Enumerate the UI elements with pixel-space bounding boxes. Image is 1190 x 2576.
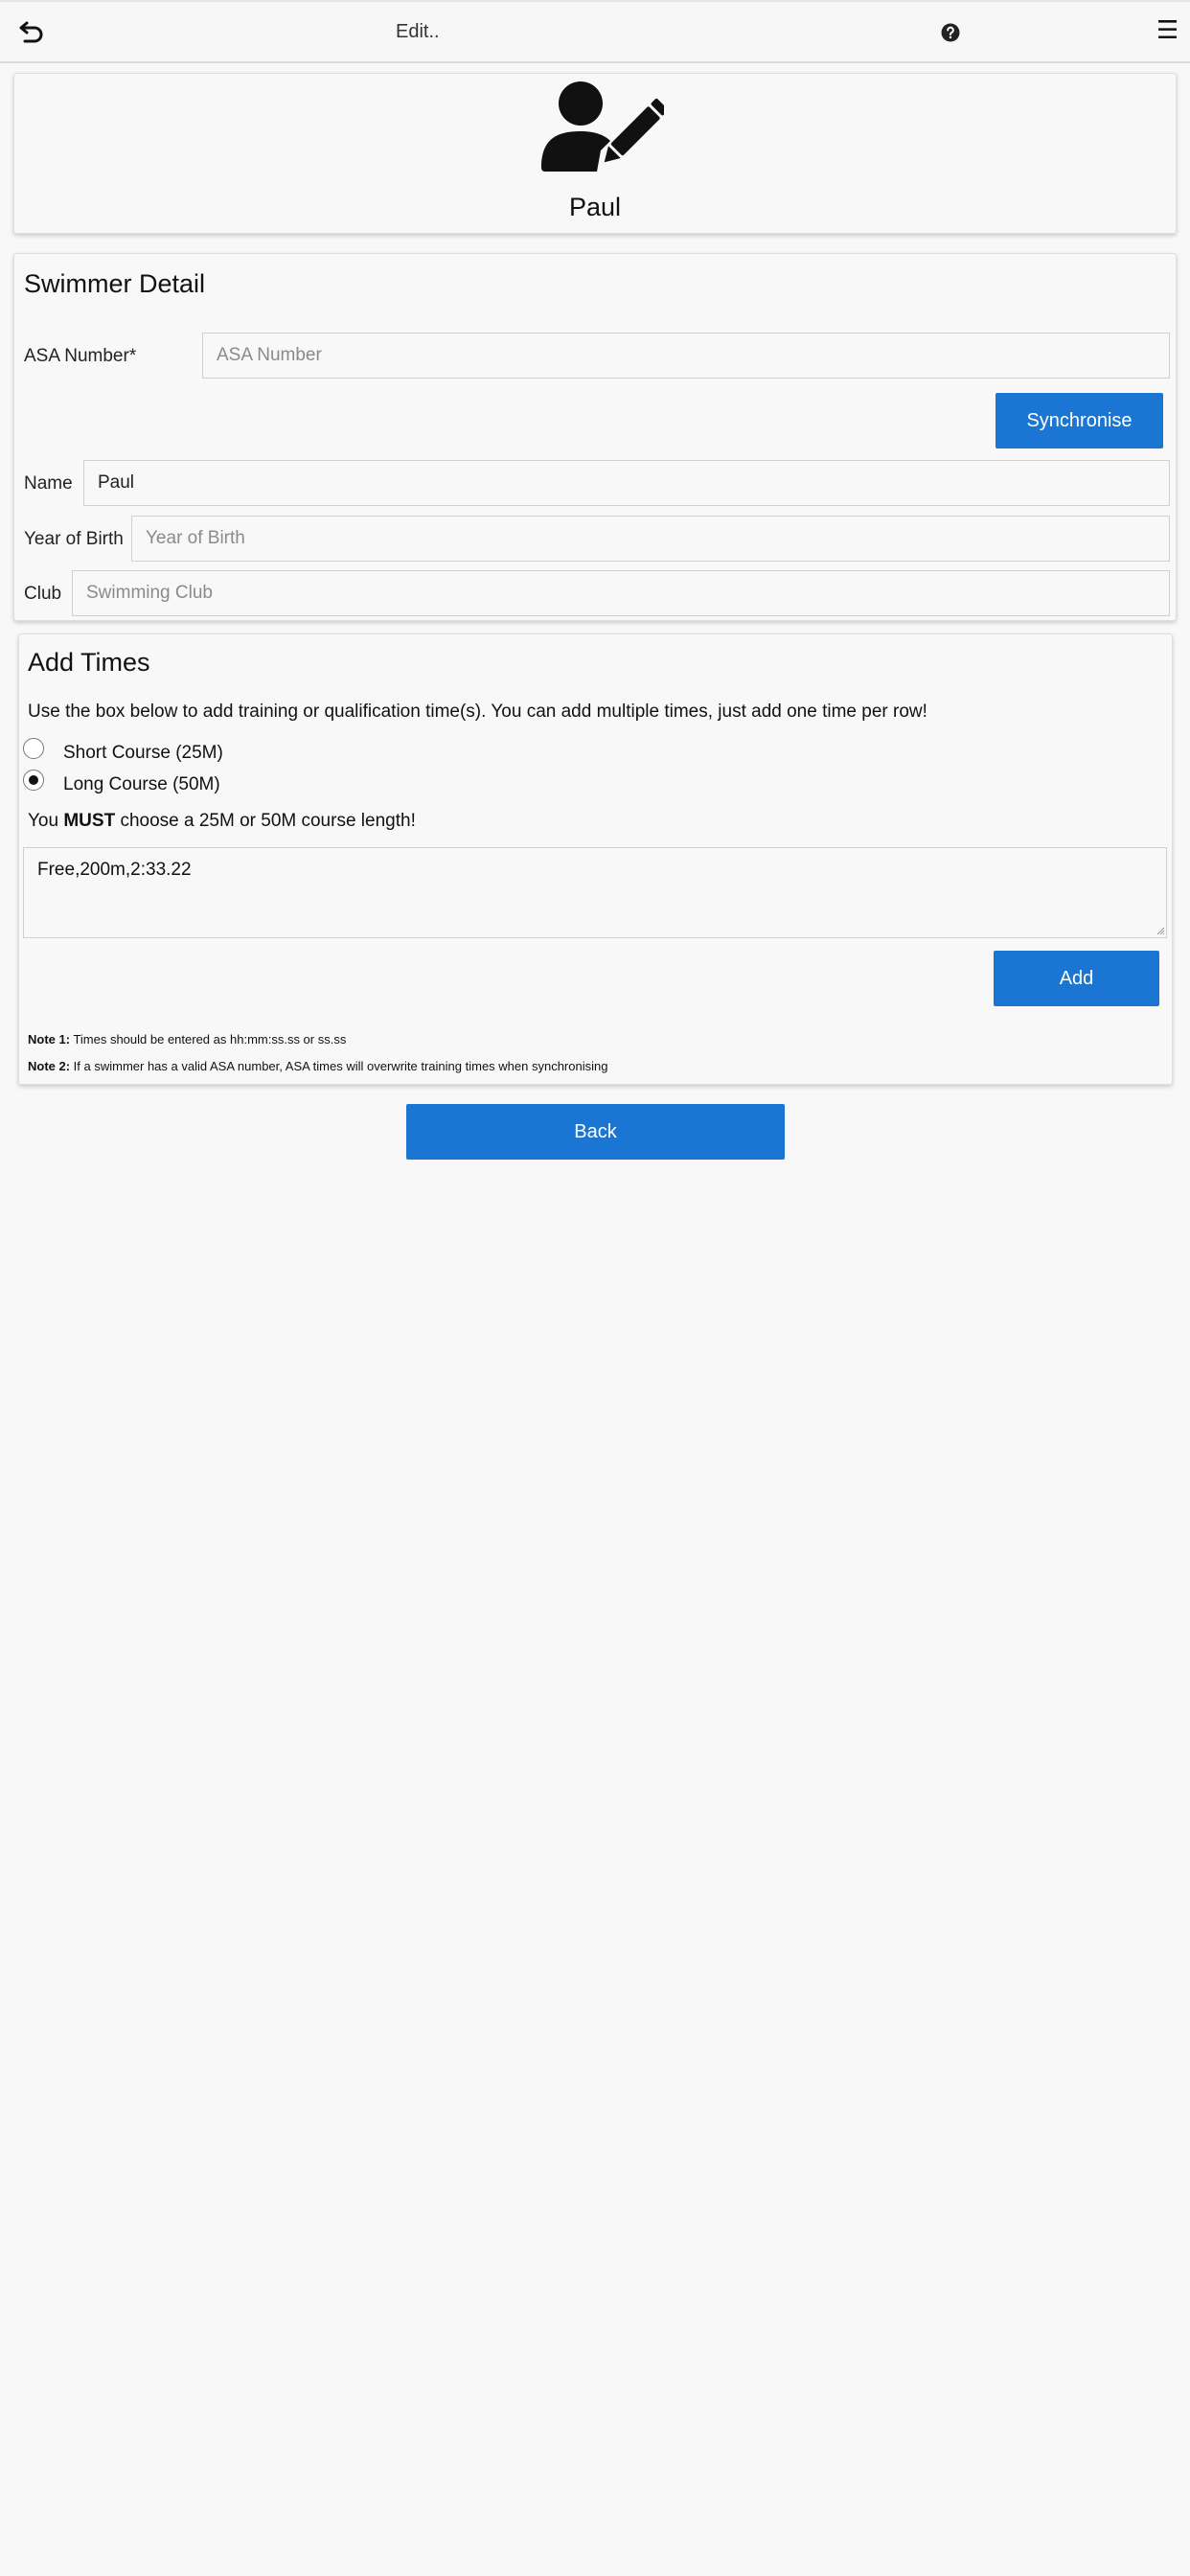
short-course-radio[interactable] [23, 738, 44, 759]
short-course-label[interactable]: Short Course (25M) [63, 743, 223, 764]
profile-name: Paul [568, 193, 622, 221]
note-2: Note 2: If a swimmer has a valid ASA num… [28, 1059, 607, 1073]
club-label: Club [24, 584, 62, 604]
note-1-text: Times should be entered as hh:mm:ss.ss o… [70, 1032, 347, 1046]
note-2-text: If a swimmer has a valid ASA number, ASA… [70, 1059, 608, 1073]
swimmer-detail-card: Swimmer Detail ASA Number* Synchronise N… [13, 253, 1177, 621]
profile-card: Paul [13, 73, 1177, 234]
question-circle-icon[interactable] [941, 23, 960, 42]
synchronise-button[interactable]: Synchronise [995, 393, 1163, 448]
long-course-radio[interactable] [23, 770, 44, 791]
asa-number-label: ASA Number* [24, 346, 137, 366]
page-title: Edit.. [396, 21, 440, 42]
club-input[interactable] [72, 570, 1170, 616]
times-textarea[interactable]: Free,200m,2:33.22 [23, 847, 1167, 938]
section-title-add-times: Add Times [28, 648, 150, 677]
warning-suffix: choose a 25M or 50M course length! [115, 811, 416, 831]
user-edit-icon [541, 81, 664, 172]
add-button[interactable]: Add [994, 951, 1159, 1006]
asa-number-input[interactable] [202, 333, 1170, 379]
name-label: Name [24, 473, 73, 494]
course-length-warning: You MUST choose a 25M or 50M course leng… [28, 811, 416, 832]
warning-prefix: You [28, 811, 64, 831]
note-2-label: Note 2: [28, 1059, 71, 1073]
return-arrow-icon[interactable] [15, 17, 46, 48]
add-times-instructions: Use the box below to add training or qua… [28, 702, 927, 722]
name-input[interactable] [83, 460, 1170, 506]
top-bar: Edit.. ☰ [0, 0, 1190, 63]
back-button[interactable]: Back [406, 1104, 785, 1160]
warning-must: MUST [63, 811, 116, 831]
note-1-label: Note 1: [28, 1032, 71, 1046]
section-title-swimmer-detail: Swimmer Detail [24, 269, 206, 298]
add-times-card: Add Times Use the box below to add train… [18, 633, 1173, 1085]
resize-grip-icon[interactable] [1156, 926, 1165, 935]
year-of-birth-label: Year of Birth [24, 529, 124, 549]
year-of-birth-input[interactable] [131, 516, 1170, 562]
note-1: Note 1: Times should be entered as hh:mm… [28, 1032, 346, 1046]
long-course-label[interactable]: Long Course (50M) [63, 774, 220, 795]
hamburger-menu-icon[interactable]: ☰ [1156, 17, 1179, 42]
